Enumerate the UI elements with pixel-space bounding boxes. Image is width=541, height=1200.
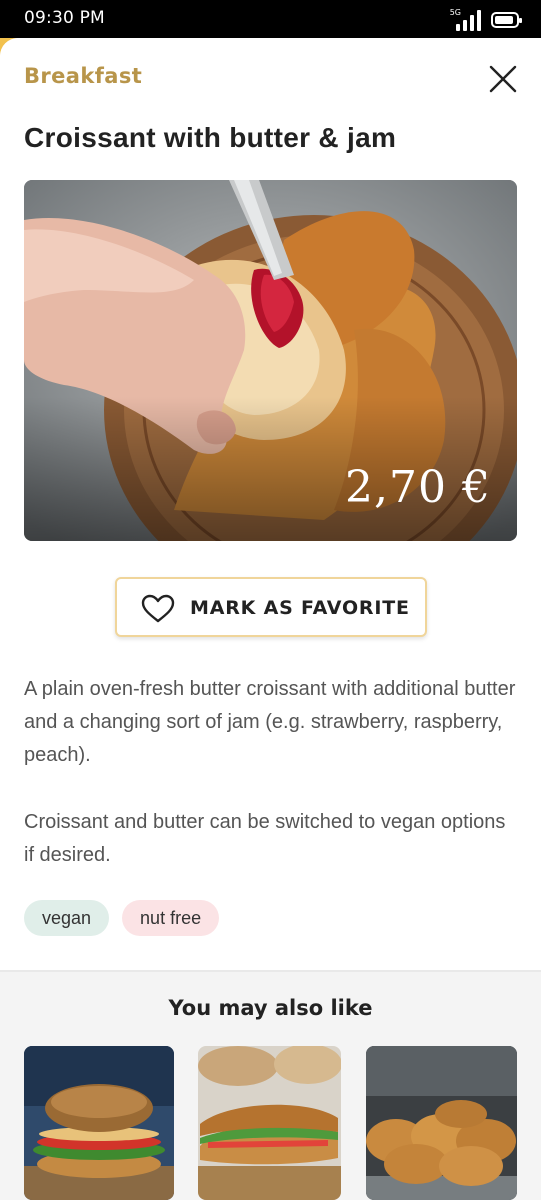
croissants-tray-photo	[366, 1046, 517, 1200]
category-label: Breakfast	[24, 64, 143, 88]
recommendation-card[interactable]	[198, 1046, 341, 1200]
signal-icon	[456, 9, 481, 31]
tag-nut-free: nut free	[122, 900, 220, 936]
product-image: 2,70 €	[24, 180, 517, 541]
dietary-tags: vegan nut free	[24, 900, 220, 936]
product-description: A plain oven-fresh butter croissant with…	[24, 678, 516, 766]
recommendation-card[interactable]	[24, 1046, 174, 1200]
heart-icon	[141, 594, 175, 623]
status-bar: 09:30 PM 5G	[0, 0, 541, 38]
recommendation-card[interactable]	[366, 1046, 517, 1200]
product-vegan-note: Croissant and butter can be switched to …	[24, 811, 506, 866]
status-icons	[456, 7, 522, 31]
bagel-sandwich-photo	[24, 1046, 174, 1200]
price-label: 2,70 €	[345, 462, 491, 513]
favorite-label: MARK AS FAVORITE	[190, 597, 410, 619]
close-icon	[489, 65, 517, 93]
baguette-sandwich-photo	[198, 1046, 341, 1200]
tag-vegan: vegan	[24, 900, 110, 936]
recommendations-section: You may also like	[0, 972, 541, 1200]
close-button[interactable]	[486, 62, 520, 96]
product-detail-sheet: Breakfast Croissant with butter & jam 2,…	[0, 38, 541, 1200]
product-title: Croissant with butter & jam	[24, 122, 397, 153]
recommendations-title: You may also like	[168, 996, 373, 1020]
status-time: 09:30 PM	[24, 8, 105, 28]
battery-icon	[491, 12, 522, 28]
mark-as-favorite-button[interactable]: MARK AS FAVORITE	[115, 577, 427, 637]
